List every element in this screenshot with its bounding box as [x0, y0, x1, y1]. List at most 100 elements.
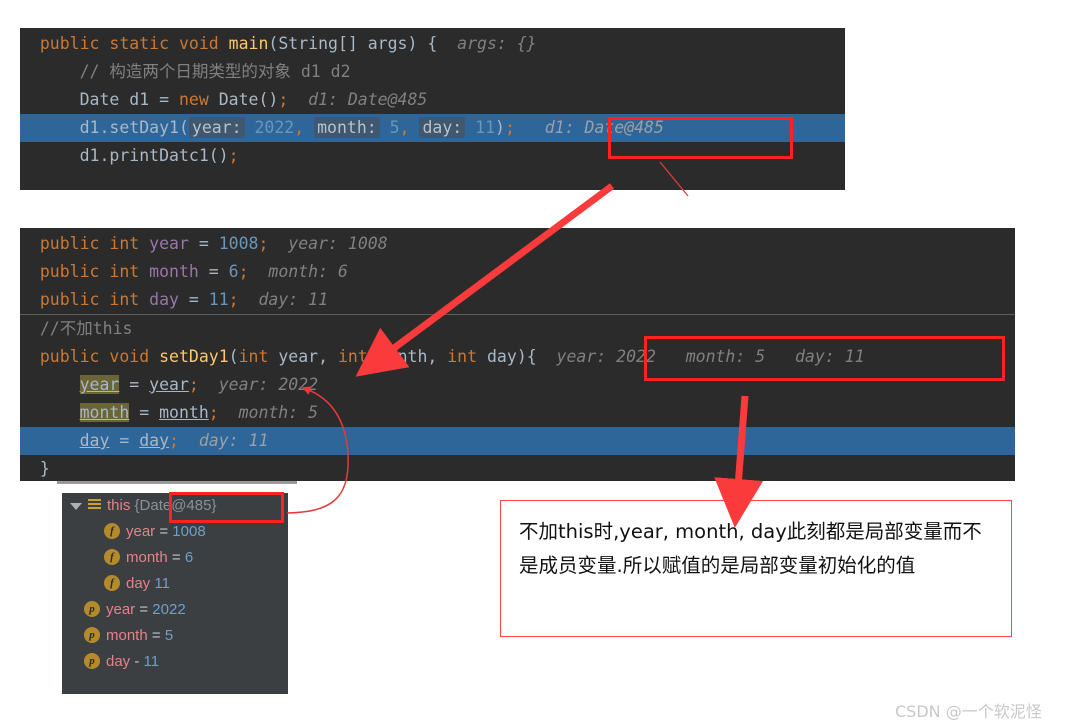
code-token: int — [238, 347, 279, 366]
code-token: ) — [495, 118, 505, 137]
code-token: day — [487, 347, 517, 366]
code-token: d1 = — [129, 90, 179, 109]
code-line[interactable]: // 构造两个日期类型的对象 d1 d2 — [20, 58, 845, 86]
variable-row[interactable]: f month = 6 — [62, 545, 288, 571]
code-token: d1: Date@485 — [514, 118, 664, 137]
variable-value: 6 — [184, 549, 194, 566]
code-token: month — [377, 347, 428, 366]
code-token: month: 5 — [218, 403, 319, 422]
variable-name: day — [126, 575, 151, 592]
variable-row[interactable]: p year = 2022 — [62, 597, 288, 623]
horizontal-scrollbar[interactable] — [57, 481, 297, 484]
code-token: day: — [419, 117, 466, 138]
code-token: ; — [504, 118, 515, 137]
code-token: = — [129, 403, 160, 422]
screenshot-root: public static void main(String[] args) {… — [0, 0, 1071, 727]
code-token: day — [139, 431, 170, 450]
code-token: month: 6 — [248, 262, 348, 281]
code-line[interactable]: public int month = 6; month: 6 — [20, 258, 1015, 286]
code-token: = — [119, 375, 150, 394]
variable-value: 11 — [143, 653, 160, 670]
setday1-method-code-block[interactable]: public int year = 1008; year: 1008 publi… — [20, 228, 1015, 481]
code-token: () — [258, 90, 279, 109]
code-token: 2022 — [254, 118, 295, 137]
code-line[interactable]: year = year; year: 2022 — [20, 371, 1015, 399]
code-token: public — [39, 34, 110, 53]
code-token: , — [399, 118, 410, 137]
code-line[interactable]: public int year = 1008; year: 1008 — [20, 230, 1015, 258]
code-line[interactable]: public void setDay1(int year, int month,… — [20, 343, 1015, 371]
code-token: int — [109, 234, 150, 253]
variable-value: 11 — [154, 575, 170, 592]
code-line[interactable]: Date d1 = new Date(); d1: Date@485 — [20, 86, 845, 114]
code-token: int — [337, 347, 378, 366]
code-token: day: 11 — [178, 431, 269, 450]
code-token: void — [109, 347, 160, 366]
chevron-down-icon[interactable] — [70, 502, 82, 510]
variable-separator: - — [130, 653, 144, 670]
code-token: Date — [79, 90, 130, 109]
code-token: int — [109, 262, 150, 281]
variable-value: 5 — [164, 627, 174, 644]
code-token: setDay1 — [159, 347, 229, 366]
code-line[interactable]: month = month; month: 5 — [20, 399, 1015, 427]
code-line[interactable]: //不加this — [20, 315, 1015, 343]
variable-row[interactable]: p day - 11 — [62, 649, 288, 675]
variable-row[interactable]: f year = 1008 — [62, 519, 288, 545]
code-token: } — [39, 459, 50, 478]
code-token: int — [447, 347, 487, 366]
variable-separator: = — [155, 523, 173, 540]
code-token: d1.setDay1( — [79, 118, 189, 137]
code-token: // 构造两个日期类型的对象 d1 d2 — [79, 62, 351, 81]
explanation-note: 不加this时,year, month, day此刻都是局部变量而不是成员变量.… — [500, 500, 1012, 637]
code-token: , — [318, 347, 338, 366]
code-token: public — [39, 290, 110, 309]
variable-row[interactable]: p month = 5 — [62, 623, 288, 649]
variable-value: {Date@485} — [134, 497, 217, 514]
variable-separator: = — [147, 627, 165, 644]
field-icon: f — [104, 575, 120, 592]
code-line[interactable]: day = day; day: 11 — [20, 427, 1015, 455]
code-line[interactable]: d1.setDay1(year: 2022, month: 5, day: 11… — [20, 114, 845, 142]
code-token: = — [198, 262, 229, 281]
code-token: ; — [188, 375, 199, 394]
variable-name: month — [126, 549, 168, 566]
variable-separator: = — [167, 549, 185, 566]
main-code-lines: public static void main(String[] args) {… — [20, 30, 845, 170]
code-line[interactable]: public static void main(String[] args) {… — [20, 30, 845, 58]
variable-row[interactable]: this {Date@485} — [62, 493, 288, 519]
code-token: 11 — [475, 118, 496, 137]
code-line[interactable]: public int day = 11; day: 11 — [20, 286, 1015, 314]
variables-rows: this {Date@485} f year = 1008 f month = 6 f da… — [62, 493, 288, 675]
code-token: day — [149, 290, 179, 309]
variable-row[interactable]: f day 11 — [62, 571, 288, 597]
parameter-icon: p — [84, 653, 100, 670]
variable-name: year — [126, 523, 156, 540]
code-token: public — [39, 234, 110, 253]
class-code-lines: public int year = 1008; year: 1008 publi… — [20, 230, 1015, 481]
stack-frame-icon — [88, 498, 101, 512]
csdn-watermark: CSDN @一个软泥怪 — [895, 702, 1042, 721]
code-token: ; — [169, 431, 179, 450]
code-token: month — [159, 403, 209, 422]
explanation-note-text: 不加this时,year, month, day此刻都是局部变量而不是成员变量.… — [519, 520, 982, 577]
code-token: year: 1008 — [268, 234, 388, 253]
variables-panel[interactable]: this {Date@485} f year = 1008 f month = 6 f da… — [62, 493, 288, 694]
code-token: 1008 — [218, 234, 259, 253]
code-line[interactable]: } — [20, 455, 1015, 481]
parameter-icon: p — [84, 601, 100, 618]
code-token: String — [278, 34, 338, 53]
main-method-code-block[interactable]: public static void main(String[] args) {… — [20, 28, 845, 190]
code-line[interactable]: d1.printDatc1(); — [20, 142, 845, 170]
code-token: public — [39, 262, 110, 281]
